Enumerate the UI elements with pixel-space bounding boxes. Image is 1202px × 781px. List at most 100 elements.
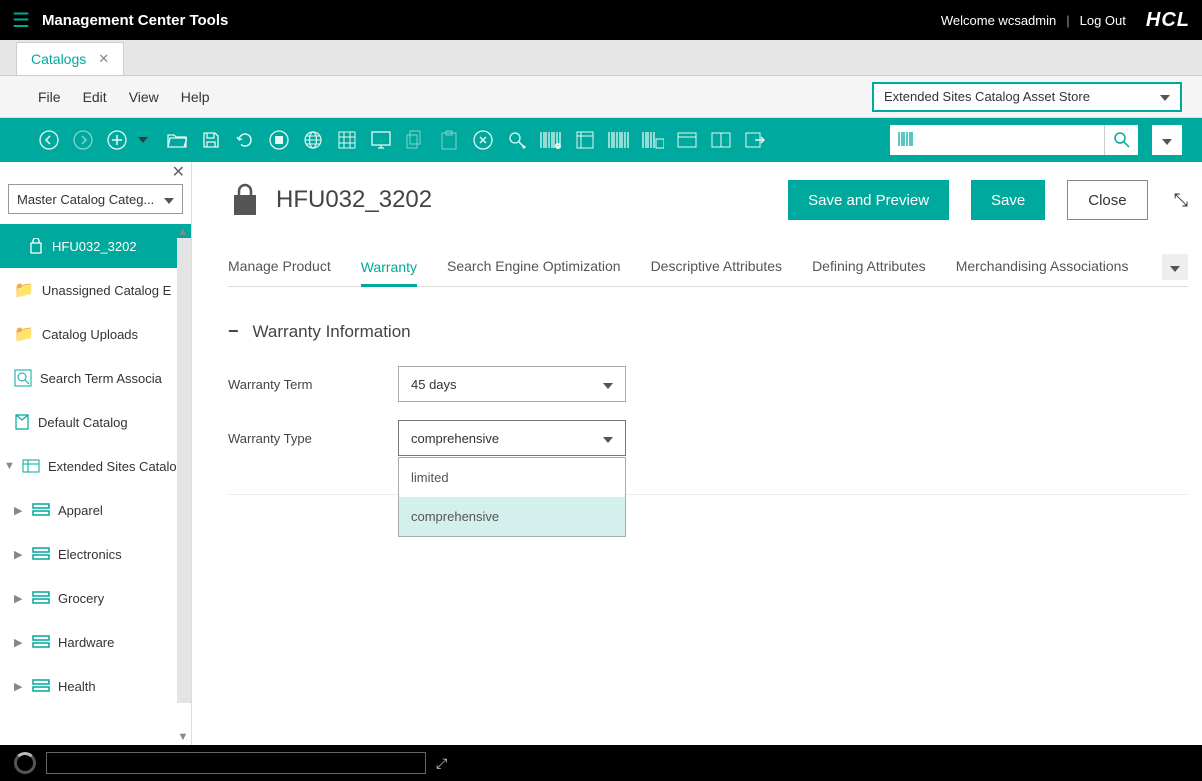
status-input[interactable] [46,752,426,774]
sidebar-catalog-value: Master Catalog Categ... [17,192,154,207]
sidebar-item-label: Hardware [58,635,114,650]
warranty-term-value: 45 days [411,377,457,392]
close-button[interactable]: Close [1067,180,1147,220]
dropdown-option-comprehensive[interactable]: comprehensive [399,497,625,536]
barcode2-icon[interactable] [608,129,630,151]
refresh-icon[interactable] [234,129,256,151]
close-icon[interactable]: ✕ [98,51,109,67]
paste-icon[interactable] [438,129,460,151]
sidebar-item-default-catalog[interactable]: Default Catalog [0,400,191,444]
catalog-icon [14,413,30,431]
save-icon[interactable] [200,129,222,151]
sidebar-scrollbar[interactable] [177,238,191,703]
tab-warranty[interactable]: Warranty [361,249,417,287]
menu-help[interactable]: Help [181,89,210,105]
category-icon [32,679,50,693]
page-title: HFU032_3202 [276,186,774,214]
sidebar-item-uploads[interactable]: 📁 Catalog Uploads [0,312,191,356]
preview-icon[interactable] [370,129,392,151]
chevron-down-icon[interactable]: ▼ [4,460,14,472]
sidebar-item-label: Extended Sites Catalo [48,459,177,474]
dropdown-option-limited[interactable]: limited [399,458,625,497]
chevron-down-icon [1162,133,1172,148]
find-icon[interactable] [506,129,528,151]
sidebar-item-hardware[interactable]: ▶ Hardware [0,620,191,664]
collapse-section-icon[interactable]: − [228,321,239,342]
tab-merch-assoc[interactable]: Merchandising Associations [956,248,1129,286]
open-icon[interactable] [166,129,188,151]
hamburger-icon[interactable]: ☰ [12,8,30,33]
barcode3-icon[interactable] [642,129,664,151]
chevron-right-icon[interactable]: ▶ [14,592,24,605]
save-button[interactable]: Save [971,180,1045,220]
sidebar: ✕ Master Catalog Categ... ▲ HFU032_3202 … [0,162,192,773]
logout-link[interactable]: Log Out [1080,13,1126,28]
toolbar [0,118,1202,162]
sidebar-item-label: Catalog Uploads [42,327,138,342]
layout2-icon[interactable] [710,129,732,151]
menu-file[interactable]: File [38,89,61,105]
category-icon [32,503,50,517]
category-icon [32,591,50,605]
menu-view[interactable]: View [129,89,159,105]
sheet-icon[interactable] [574,129,596,151]
tab-label: Catalogs [31,51,86,67]
chevron-right-icon[interactable]: ▶ [14,680,24,693]
warranty-term-label: Warranty Term [228,377,398,392]
tab-seo[interactable]: Search Engine Optimization [447,248,621,286]
expand-icon[interactable]: ⤡ [1174,190,1188,211]
save-preview-button[interactable]: Save and Preview [788,180,949,220]
add-dropdown-icon[interactable] [132,129,154,151]
separator: | [1066,13,1069,28]
chevron-right-icon[interactable]: ▶ [14,548,24,561]
product-bag-icon [228,183,262,217]
search-icon[interactable] [1104,125,1138,155]
sidebar-item-electronics[interactable]: ▶ Electronics [0,532,191,576]
popout-icon[interactable]: ⤢ [436,755,447,772]
sidebar-item-product[interactable]: HFU032_3202 [0,224,191,268]
sidebar-item-search-terms[interactable]: Search Term Associa [0,356,191,400]
sidebar-item-unassigned[interactable]: 📁 Unassigned Catalog E [0,268,191,312]
tab-defining-attrs[interactable]: Defining Attributes [812,248,926,286]
warranty-type-select[interactable]: comprehensive limited comprehensive [398,420,626,456]
welcome-text: Welcome wcsadmin [941,13,1056,28]
store-select[interactable]: Extended Sites Catalog Asset Store [872,82,1182,112]
sidebar-item-label: Electronics [58,547,122,562]
brand-logo: HCL [1146,9,1190,32]
chevron-right-icon[interactable]: ▶ [14,504,24,517]
category-icon [32,547,50,561]
warranty-term-select[interactable]: 45 days [398,366,626,402]
chevron-down-icon [1160,89,1170,104]
globe-icon[interactable] [302,129,324,151]
stop-icon[interactable] [268,129,290,151]
sidebar-catalog-select[interactable]: Master Catalog Categ... [8,184,183,214]
search-input[interactable] [926,125,1104,155]
sidebar-item-label: Search Term Associa [40,371,162,386]
export-icon[interactable] [744,129,766,151]
chevron-right-icon[interactable]: ▶ [14,636,24,649]
topbar: ☰ Management Center Tools Welcome wcsadm… [0,0,1202,40]
sidebar-item-health[interactable]: ▶ Health [0,664,191,708]
sidebar-item-grocery[interactable]: ▶ Grocery [0,576,191,620]
menu-bar: File Edit View Help Extended Sites Catal… [0,76,1202,118]
delete-icon[interactable] [472,129,494,151]
tab-manage-product[interactable]: Manage Product [228,248,331,286]
forward-icon[interactable] [72,129,94,151]
grid-icon[interactable] [336,129,358,151]
sidebar-item-apparel[interactable]: ▶ Apparel [0,488,191,532]
layout1-icon[interactable] [676,129,698,151]
barcode1-icon[interactable] [540,129,562,151]
scroll-up-icon[interactable]: ▲ [177,226,189,238]
scroll-down-icon[interactable]: ▼ [177,731,189,743]
sidebar-item-label: Grocery [58,591,104,606]
sidebar-close-icon[interactable]: ✕ [172,162,185,182]
menu-edit[interactable]: Edit [83,89,107,105]
tab-catalogs[interactable]: Catalogs ✕ [16,42,124,75]
tabs-more-icon[interactable] [1162,254,1188,280]
add-icon[interactable] [106,129,128,151]
search-options-dropdown[interactable] [1152,125,1182,155]
sidebar-item-extended-sites[interactable]: ▼ Extended Sites Catalo [0,444,191,488]
tab-descriptive-attrs[interactable]: Descriptive Attributes [651,248,783,286]
back-icon[interactable] [38,129,60,151]
copy-icon[interactable] [404,129,426,151]
